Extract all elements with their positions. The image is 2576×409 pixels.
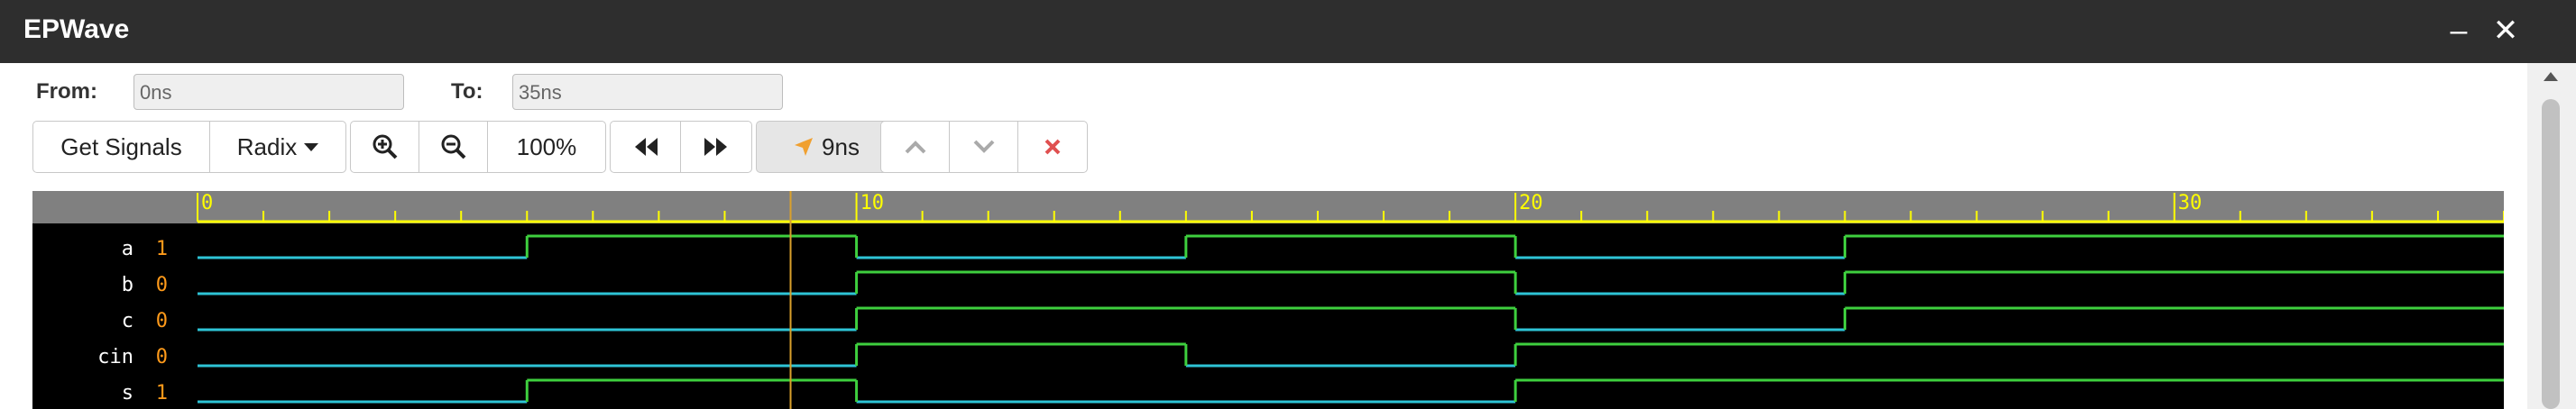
fast-forward-icon xyxy=(704,138,727,156)
signal-value: 1 xyxy=(156,382,168,404)
close-button[interactable]: ✕ xyxy=(2488,13,2524,49)
cursor-time-inner: 9ns xyxy=(757,122,896,172)
waveform-viewer[interactable]: 0 10 20 30 a 1 b 0 c 0 cin 0 s 1 xyxy=(32,191,2504,409)
epwave-content: From: 0ns To: 35ns Get Signals Radix 100… xyxy=(5,63,2527,409)
next-edge-button[interactable] xyxy=(681,122,751,172)
zoom-out-button[interactable] xyxy=(419,122,488,172)
ruler-background xyxy=(32,191,2504,223)
remove-signal-button[interactable] xyxy=(1018,122,1087,172)
fast-backward-icon xyxy=(634,138,658,156)
cursor-time-label: 9ns xyxy=(822,132,860,160)
previous-edge-button[interactable] xyxy=(611,122,681,172)
signal-name: b xyxy=(122,274,133,296)
window-title: EPWave xyxy=(23,14,130,44)
scrollbar-thumb[interactable] xyxy=(2542,99,2560,409)
scroll-up-icon[interactable] xyxy=(2544,72,2558,81)
delete-icon xyxy=(1044,139,1061,155)
signal-name: cin xyxy=(97,346,133,368)
navigate-group xyxy=(610,121,752,173)
radix-dropdown[interactable]: Radix xyxy=(210,122,345,172)
move-up-button[interactable] xyxy=(881,122,950,172)
window-titlebar: EPWave – ✕ xyxy=(0,0,2576,63)
cursor-time-button[interactable]: 9ns xyxy=(756,121,897,173)
signal-value: 1 xyxy=(156,238,168,260)
ruler-tick-label: 30 xyxy=(2178,192,2203,214)
to-label: To: xyxy=(451,79,483,104)
zoom-in-icon xyxy=(373,134,397,159)
zoom-group: 100% xyxy=(350,121,606,173)
zoom-in-button[interactable] xyxy=(351,122,419,172)
minimize-button[interactable]: – xyxy=(2441,13,2477,49)
zoom-level-button[interactable]: 100% xyxy=(488,122,605,172)
to-field[interactable]: 35ns xyxy=(512,74,783,110)
zoom-out-icon xyxy=(441,134,465,159)
ruler-tick-label: 10 xyxy=(860,192,885,214)
zoom-level-label: 100% xyxy=(516,132,577,160)
from-field[interactable]: 0ns xyxy=(133,74,404,110)
chevron-down-icon xyxy=(973,140,994,153)
move-down-button[interactable] xyxy=(950,122,1018,172)
ruler-tick-label: 20 xyxy=(1519,192,1543,214)
from-label: From: xyxy=(36,79,97,104)
signal-name: c xyxy=(122,310,133,332)
ruler-tick-label: 0 xyxy=(201,192,213,214)
radix-label: Radix xyxy=(236,132,298,160)
signal-name: s xyxy=(122,382,133,404)
signal-value: 0 xyxy=(156,310,168,332)
signal-value: 0 xyxy=(156,274,168,296)
signal-group: Get Signals Radix xyxy=(32,121,346,173)
signal-value: 0 xyxy=(156,346,168,368)
get-signals-label: Get Signals xyxy=(60,132,182,160)
signal-order-group xyxy=(880,121,1088,173)
vertical-scrollbar[interactable] xyxy=(2527,63,2576,409)
signal-name: a xyxy=(122,238,133,260)
caret-down-icon xyxy=(304,142,319,151)
location-arrow-icon xyxy=(795,138,814,156)
get-signals-button[interactable]: Get Signals xyxy=(33,122,210,172)
chevron-up-icon xyxy=(905,141,925,154)
